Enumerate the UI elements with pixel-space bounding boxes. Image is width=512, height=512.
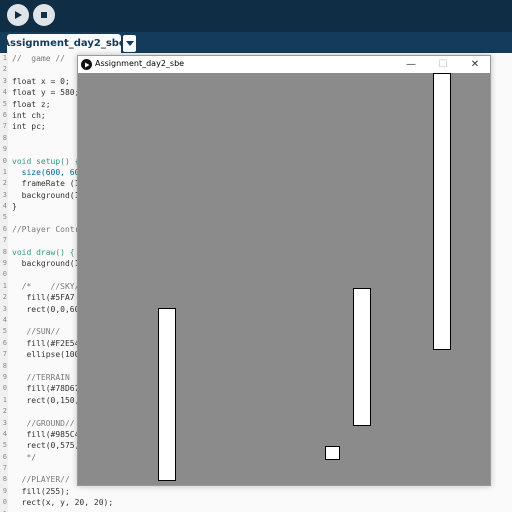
line-number: 6 [2, 110, 7, 119]
line-number: 1 [2, 281, 7, 290]
line-number: 4 [2, 88, 7, 97]
line-number: 3 [2, 418, 7, 427]
code-text: frameRate (1 [12, 179, 80, 189]
code-text: float z; [12, 99, 51, 109]
line-number: 7 [2, 122, 7, 131]
line-number: 7 [2, 350, 7, 359]
tab-menu-button[interactable] [123, 35, 136, 52]
code-text: rect(x, y, 20, 20); [12, 498, 114, 508]
line-number: 0 [2, 384, 7, 393]
line-number: 5 [2, 441, 7, 450]
line-number: 1 [2, 167, 7, 176]
line-number: 3 [2, 304, 7, 313]
line-number: 2 [2, 407, 7, 416]
tab-sketch[interactable]: Assignment_day2_sbe [2, 34, 126, 53]
code-text: */ [12, 452, 37, 462]
player-square [325, 446, 340, 460]
code-text: //Player Contr [12, 224, 80, 234]
code-text: int ch; [12, 110, 46, 120]
code-text: fill(#78D67 [12, 384, 80, 394]
code-text: ellipse(100 [12, 350, 80, 360]
line-number: 6 [2, 224, 7, 233]
line-number: 9 [2, 486, 7, 495]
line-number: 5 [2, 99, 7, 108]
sketch-titlebar[interactable]: Assignment_day2_sbe — ☐ ✕ [78, 56, 490, 73]
code-text: float x = 0; [12, 76, 70, 86]
run-button[interactable] [7, 4, 29, 26]
code-text: fill(#985C4 [12, 429, 80, 439]
code-text: //TERRAIN [12, 372, 70, 382]
code-text: fill(255); [12, 486, 70, 496]
line-number: 3 [2, 190, 7, 199]
line-number: 1 [2, 54, 7, 62]
processing-icon [81, 59, 92, 70]
sketch-window[interactable]: Assignment_day2_sbe — ☐ ✕ [77, 55, 491, 486]
code-line: 1 [0, 509, 512, 512]
line-number: 6 [2, 338, 7, 347]
code-text: background(1 [12, 190, 80, 200]
close-icon: ✕ [470, 59, 480, 70]
stop-button[interactable] [33, 4, 55, 26]
line-number: 2 [2, 179, 7, 188]
sketch-canvas[interactable] [78, 73, 490, 485]
line-number: 6 [2, 452, 7, 461]
line-number: 7 [2, 236, 7, 245]
obstacle-right [433, 73, 451, 350]
line-number: 9 [2, 145, 7, 154]
line-number: 2 [2, 293, 7, 302]
code-text: //SUN// [12, 327, 61, 337]
code-text: //PLAYER// [12, 475, 70, 485]
obstacle-middle [353, 288, 371, 426]
code-text: //GROUND// [12, 418, 75, 428]
obstacle-left [158, 308, 176, 481]
line-number: 0 [2, 270, 7, 279]
line-number: 5 [2, 327, 7, 336]
code-text: fill(#5FA7 [12, 293, 75, 303]
line-number: 1 [0, 509, 7, 512]
code-text: /* //SKY/ [12, 281, 80, 291]
chevron-down-icon [125, 40, 134, 47]
line-number: 2 [2, 65, 7, 74]
tab-label: Assignment_day2_sbe [2, 38, 126, 49]
code-text: rect(0,575, [12, 441, 80, 451]
minimize-button[interactable]: — [396, 56, 426, 73]
code-text: float y = 580; [12, 88, 80, 98]
code-text: void setup() { [12, 156, 80, 166]
ide-toolbar [0, 0, 512, 32]
line-number: 8 [2, 361, 7, 370]
code-line: 9 fill(255); [0, 486, 512, 497]
line-number: 8 [2, 133, 7, 142]
code-text: fill(#F2E54 [12, 338, 80, 348]
line-number: 8 [2, 247, 7, 256]
line-number: 9 [2, 372, 7, 381]
maximize-icon: ☐ [438, 59, 448, 70]
line-number: 0 [2, 498, 7, 507]
line-number: 4 [2, 202, 7, 211]
line-number: 3 [2, 76, 7, 85]
line-number: 7 [2, 464, 7, 473]
line-number: 4 [2, 429, 7, 438]
play-icon [13, 10, 23, 20]
stop-icon [39, 10, 49, 20]
maximize-button[interactable]: ☐ [428, 56, 458, 73]
close-button[interactable]: ✕ [460, 56, 490, 73]
line-number: 4 [2, 315, 7, 324]
code-text: background(1 [12, 259, 80, 269]
code-line: 0 rect(x, y, 20, 20); [0, 497, 512, 508]
code-text: void draw() { [12, 247, 75, 257]
code-text: // game // [12, 54, 65, 63]
line-number: 5 [2, 213, 7, 222]
line-number: 1 [2, 395, 7, 404]
code-text: } [12, 202, 17, 212]
line-number: 9 [2, 259, 7, 268]
line-number: 8 [2, 475, 7, 484]
code-text: rect(0,150, [12, 395, 80, 405]
code-text: int pc; [12, 122, 46, 132]
code-text: rect(0,0,60 [12, 304, 80, 314]
sketch-title: Assignment_day2_sbe [95, 59, 185, 68]
line-number: 0 [2, 156, 7, 165]
minimize-icon: — [406, 59, 416, 70]
